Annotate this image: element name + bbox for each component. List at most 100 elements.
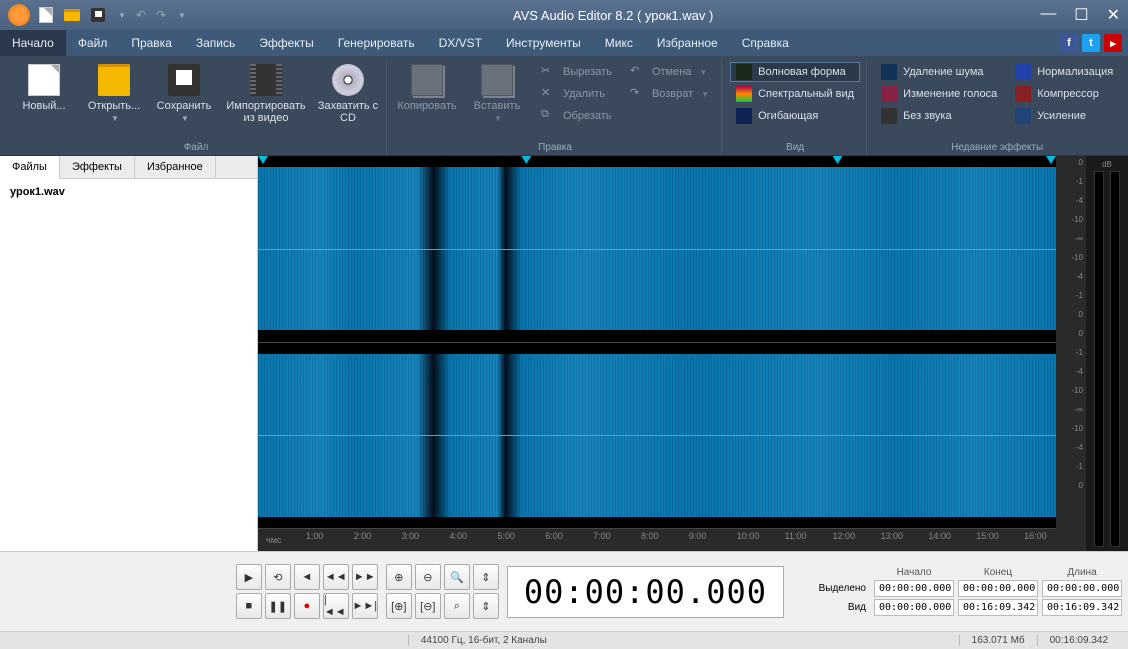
spectral-view-button[interactable]: Спектральный вид	[730, 84, 860, 104]
rewind-button[interactable]: ◄◄	[323, 564, 349, 590]
forward-button[interactable]: ►►	[352, 564, 378, 590]
compressor-icon	[1015, 86, 1031, 102]
import-video-button[interactable]: Импортировать из видео	[222, 60, 310, 124]
spectral-icon	[736, 86, 752, 102]
menu-edit[interactable]: Правка	[119, 30, 184, 56]
normalize-button[interactable]: Нормализация	[1009, 62, 1119, 82]
menu-help[interactable]: Справка	[730, 30, 801, 56]
tab-favorites[interactable]: Избранное	[135, 156, 216, 178]
channel-right[interactable]	[258, 343, 1056, 530]
statusbar: 44100 Гц, 16-бит, 2 Каналы 163.071 Мб 00…	[0, 631, 1128, 649]
quick-access-toolbar: ▼ ↶ ↷ ▼	[38, 7, 186, 23]
mute-button[interactable]: Без звука	[875, 106, 1003, 126]
waveform-icon	[736, 64, 752, 80]
prev-button[interactable]: ◄	[294, 564, 320, 590]
ribbon-group-view-label: Вид	[786, 140, 804, 155]
channel-left[interactable]	[258, 156, 1056, 343]
zoom-sel-button[interactable]: [⊕]	[386, 593, 412, 619]
paste-button: Вставить▼	[465, 60, 529, 125]
redo-button: ↷Возврат▼	[624, 84, 715, 104]
maximize-button[interactable]: ☐	[1074, 5, 1088, 25]
menu-file[interactable]: Файл	[66, 30, 120, 56]
zoom-vert-out-button[interactable]: ⇕	[473, 593, 499, 619]
tab-files[interactable]: Файлы	[0, 156, 60, 179]
menu-tools[interactable]: Инструменты	[494, 30, 593, 56]
menu-mix[interactable]: Микс	[593, 30, 645, 56]
youtube-icon[interactable]: ▸	[1104, 34, 1122, 52]
tab-effects[interactable]: Эффекты	[60, 156, 135, 178]
compressor-button[interactable]: Компрессор	[1009, 84, 1119, 104]
skip-end-button[interactable]: ►►|	[352, 593, 378, 619]
qat-customize-icon[interactable]: ▼	[178, 11, 186, 20]
facebook-icon[interactable]: f	[1060, 34, 1078, 52]
zoom-fit-button[interactable]: [⊖]	[415, 593, 441, 619]
workspace: Файлы Эффекты Избранное урок1.wav чмс 1:…	[0, 156, 1128, 551]
menu-effects[interactable]: Эффекты	[247, 30, 326, 56]
undo-icon: ↶	[630, 64, 646, 80]
ribbon-group-file-label: Файл	[184, 140, 209, 155]
mute-icon	[881, 108, 897, 124]
redo-icon: ↷	[630, 86, 646, 102]
open-icon[interactable]	[64, 7, 80, 23]
zoom-full-button[interactable]: ⌕	[444, 593, 470, 619]
grab-cd-button[interactable]: Захватить с CD	[316, 60, 380, 124]
file-item[interactable]: урок1.wav	[4, 183, 253, 201]
envelope-view-button[interactable]: Огибающая	[730, 106, 860, 126]
sel-selected-len[interactable]: 00:00:00.000	[1042, 580, 1122, 597]
menu-home[interactable]: Начало	[0, 30, 66, 56]
voice-change-button[interactable]: Изменение голоса	[875, 84, 1003, 104]
redo-icon[interactable]: ↷	[156, 8, 166, 22]
undo-icon[interactable]: ↶	[136, 8, 146, 22]
copy-button: Копировать	[395, 60, 459, 112]
cut-button: ✂Вырезать	[535, 62, 618, 82]
new-icon[interactable]	[38, 7, 54, 23]
zoom-out-button[interactable]: ⊖	[415, 564, 441, 590]
save-dropdown-icon[interactable]: ▼	[118, 11, 126, 20]
close-button[interactable]: ✕	[1107, 5, 1120, 25]
skip-start-button[interactable]: |◄◄	[323, 593, 349, 619]
pause-button[interactable]: ❚❚	[265, 593, 291, 619]
time-display: 00:00:00.000	[507, 566, 784, 618]
sel-view-start[interactable]: 00:00:00.000	[874, 599, 954, 616]
sel-col-length: Длина	[1042, 567, 1122, 578]
voice-icon	[881, 86, 897, 102]
loop-button[interactable]: ⟲	[265, 564, 291, 590]
stop-button[interactable]: ■	[236, 593, 262, 619]
twitter-icon[interactable]: t	[1082, 34, 1100, 52]
sel-view-len[interactable]: 00:16:09.342	[1042, 599, 1122, 616]
zoom-100-button[interactable]: 🔍	[444, 564, 470, 590]
new-button[interactable]: Новый...	[12, 60, 76, 112]
envelope-icon	[736, 108, 752, 124]
play-button[interactable]: ▶	[236, 564, 262, 590]
zoom-vert-in-button[interactable]: ⇕	[473, 564, 499, 590]
amplify-icon	[1015, 108, 1031, 124]
menu-dxvst[interactable]: DX/VST	[427, 30, 494, 56]
menu-record[interactable]: Запись	[184, 30, 247, 56]
sel-selected-end[interactable]: 00:00:00.000	[958, 580, 1038, 597]
save-button[interactable]: Сохранить▼	[152, 60, 216, 125]
sel-col-end: Конец	[958, 567, 1038, 578]
waveform-area[interactable]: чмс 1:00 2:00 3:00 4:00 5:00 6:00 7:00 8…	[258, 156, 1128, 551]
zoom-in-button[interactable]: ⊕	[386, 564, 412, 590]
sel-row-selected-label: Выделено	[800, 583, 870, 594]
waveform-view-button[interactable]: Волновая форма	[730, 62, 860, 82]
sel-selected-start[interactable]: 00:00:00.000	[874, 580, 954, 597]
timeline-unit: чмс	[266, 535, 281, 545]
titlebar: ▼ ↶ ↷ ▼ AVS Audio Editor 8.2 ( урок1.wav…	[0, 0, 1128, 30]
amplify-button[interactable]: Усиление	[1009, 106, 1119, 126]
noise-removal-button[interactable]: Удаление шума	[875, 62, 1003, 82]
ribbon-group-edit-label: Правка	[538, 140, 572, 155]
record-button[interactable]: ●	[294, 593, 320, 619]
delete-button: ✕Удалить	[535, 84, 618, 104]
menu-favorites[interactable]: Избранное	[645, 30, 730, 56]
normalize-icon	[1015, 64, 1031, 80]
window-title: AVS Audio Editor 8.2 ( урок1.wav )	[186, 8, 1040, 23]
save-icon[interactable]	[90, 7, 106, 23]
timeline[interactable]: чмс 1:00 2:00 3:00 4:00 5:00 6:00 7:00 8…	[258, 529, 1056, 551]
minimize-button[interactable]: —	[1040, 5, 1056, 25]
open-button[interactable]: Открыть...▼	[82, 60, 146, 125]
scissors-icon: ✂	[541, 64, 557, 80]
menu-generate[interactable]: Генерировать	[326, 30, 427, 56]
sel-view-end[interactable]: 00:16:09.342	[958, 599, 1038, 616]
transport-bar: ▶ ⟲ ◄ ◄◄ ►► ■ ❚❚ ● |◄◄ ►►| ⊕ ⊖ 🔍 ⇕ [⊕] […	[0, 551, 1128, 631]
